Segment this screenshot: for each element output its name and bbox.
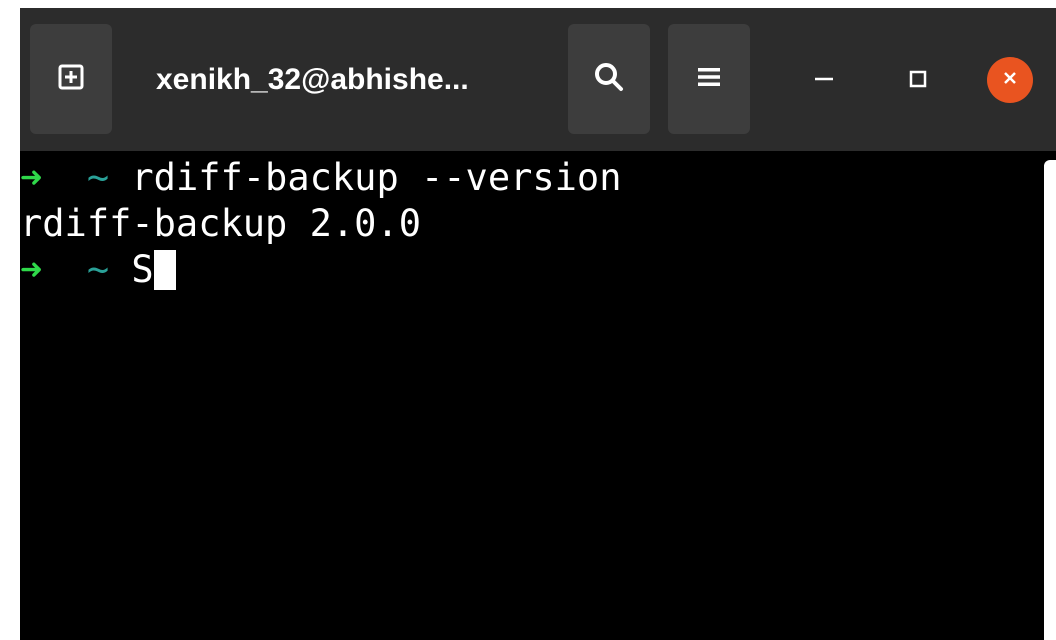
prompt-arrow-icon: ➜	[20, 248, 43, 291]
maximize-icon	[906, 66, 930, 95]
prompt-arrow-icon: ➜	[20, 156, 43, 199]
text-cursor	[153, 249, 176, 290]
terminal-area[interactable]: ➜ ~ rdiff-backup --version rdiff-backup …	[20, 151, 1056, 640]
command-output: rdiff-backup 2.0.0	[20, 202, 421, 245]
maximize-button[interactable]	[894, 56, 942, 104]
hamburger-menu-icon	[695, 63, 723, 96]
close-icon	[1001, 69, 1019, 92]
window-title: xenikh_32@abhishe...	[156, 63, 469, 96]
new-tab-icon	[56, 62, 86, 97]
new-tab-button[interactable]	[30, 24, 112, 134]
terminal-line: ➜ ~ rdiff-backup --version	[20, 155, 621, 201]
header-bar: xenikh_32@abhishe...	[20, 8, 1056, 151]
prompt-directory: ~	[86, 248, 110, 291]
search-icon	[592, 60, 626, 99]
scrollbar[interactable]	[1044, 160, 1056, 640]
search-button[interactable]	[568, 24, 650, 134]
menu-button[interactable]	[668, 24, 750, 134]
terminal-line: rdiff-backup 2.0.0	[20, 201, 421, 247]
terminal-line: ➜ ~ S	[20, 247, 176, 293]
current-input: S	[131, 248, 154, 291]
close-button-circle	[987, 57, 1033, 103]
minimize-button[interactable]	[800, 56, 848, 104]
terminal-window: xenikh_32@abhishe... ➜ ~ rdiff-backup --…	[20, 8, 1056, 640]
command-text: rdiff-backup --version	[131, 156, 622, 199]
close-button[interactable]	[986, 56, 1034, 104]
prompt-directory: ~	[86, 156, 110, 199]
minimize-icon	[812, 66, 836, 95]
